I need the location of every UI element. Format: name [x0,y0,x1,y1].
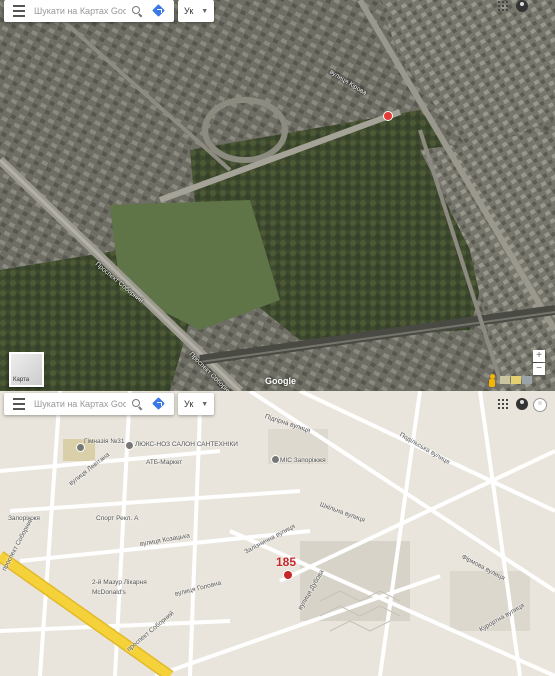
account-avatar[interactable] [516,0,528,12]
google-logo: Google [265,376,296,386]
street-view-pegman-icon[interactable] [488,374,496,388]
apps-grid-icon[interactable] [498,1,508,11]
poi-label-sport: Спорт Рекл. А [96,515,139,522]
directions-icon[interactable] [152,4,166,18]
poi-icon[interactable] [125,441,134,450]
account-avatar[interactable] [533,398,547,412]
poi-icon[interactable] [271,455,280,464]
chevron-down-icon: ▼ [201,7,209,15]
zoom-in-button[interactable]: + [533,350,545,362]
poi-label-atb: АТБ-Маркет [146,459,183,466]
search-box[interactable] [4,393,174,415]
poi-label-dva-mista: 2-й Мазур Лікарня [92,579,147,586]
search-icon[interactable] [130,397,144,411]
language-value: Ук [184,6,194,16]
search-box[interactable] [4,0,174,22]
poi-label-zaporizhia: Запоріжжя [8,515,40,522]
search-icon[interactable] [130,4,144,18]
language-value: Ук [184,399,194,409]
account-avatar[interactable] [516,398,528,410]
road-map-panel[interactable]: Ук ▼ Гімназія №31 ЛЮКС-НОЗ САЛОН САНТЕХН… [0,391,555,676]
location-pin[interactable] [384,112,392,120]
poi-label-mis: МІС Запоріжжя [280,457,326,464]
location-pin[interactable] [284,571,292,579]
search-input[interactable] [32,5,128,17]
satellite-map-panel[interactable]: Ук ▼ Проспект Соборний Проспект Соборний… [0,0,555,391]
poi-label-gimnaziia: Гімназія №31 [84,438,125,445]
language-select[interactable]: Ук ▼ [178,393,215,415]
search-input[interactable] [32,398,128,410]
satellite-imagery[interactable] [0,0,555,391]
chevron-down-icon: ▼ [201,400,209,408]
poi-label-salon: ЛЮКС-НОЗ САЛОН САНТЕХНІКИ [135,441,238,448]
directions-icon[interactable] [152,397,166,411]
map-type-label: Карта [13,377,30,383]
language-select[interactable]: Ук ▼ [178,0,215,22]
map-type-thumbnail[interactable]: Карта [9,352,44,387]
menu-icon[interactable] [10,395,28,413]
menu-icon[interactable] [10,2,28,20]
poi-label-mcdonalds: McDonald's [92,589,126,596]
apps-grid-icon[interactable] [498,399,508,409]
imagery-strip[interactable] [500,376,532,384]
pin-number-label: 185 [276,555,297,569]
zoom-out-button[interactable]: − [533,363,545,375]
